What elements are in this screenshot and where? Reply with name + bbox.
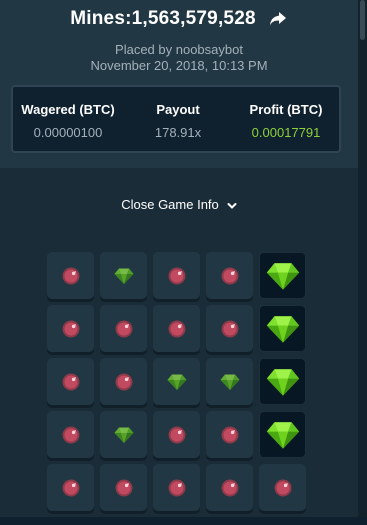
share-icon[interactable] [268,9,288,29]
scrollbar[interactable] [358,0,367,525]
mine-icon [168,479,185,496]
mine-tile [100,305,147,352]
gem-icon [266,368,299,396]
mine-icon [62,426,79,443]
bottom-strip [0,517,367,525]
gem-tile-revealed [259,305,306,352]
mine-icon [115,373,132,390]
mine-tile [206,305,253,352]
profit-value: 0.00017791 [251,125,321,140]
mine-tile [100,464,147,511]
mine-icon [62,479,79,496]
mine-icon [168,426,185,443]
mine-tile [153,464,200,511]
mine-icon [274,479,291,496]
mine-tile [153,305,200,352]
bet-header: Mines:1,563,579,528 Placed by noobsaybot… [0,0,358,168]
mine-tile [47,464,94,511]
mine-tile [153,252,200,299]
wagered-label: Wagered (BTC) [21,102,115,117]
mine-tile [47,305,94,352]
gem-icon [266,315,299,343]
mine-tile [206,252,253,299]
mines-board [47,252,306,511]
game-info-modal: Mines:1,563,579,528 Placed by noobsaybot… [0,0,358,525]
mine-icon [115,320,132,337]
gem-tile [153,358,200,405]
mine-icon [62,267,79,284]
gem-tile [206,358,253,405]
gem-icon [114,427,133,443]
bet-stats-panel: Wagered (BTC) 0.00000100 Payout 178.91x … [11,85,341,153]
gem-icon [114,268,133,284]
gem-icon [266,262,299,290]
profit-label: Profit (BTC) [249,102,323,117]
mine-icon [221,320,238,337]
close-game-info-button[interactable]: Close Game Info [0,194,358,214]
mine-tile [100,358,147,405]
mine-icon [168,320,185,337]
placed-by: Placed by noobsaybot [115,42,243,57]
gem-tile [100,252,147,299]
mine-icon [221,267,238,284]
mine-tile [47,358,94,405]
mine-icon [221,479,238,496]
gem-tile-revealed [259,411,306,458]
mine-icon [115,479,132,496]
title-row: Mines:1,563,579,528 [0,7,358,31]
wagered-value: 0.00000100 [33,125,103,140]
gem-tile-revealed [259,252,306,299]
bet-date: November 20, 2018, 10:13 PM [90,58,268,73]
mine-icon [168,267,185,284]
gem-tile [100,411,147,458]
mine-tile [153,411,200,458]
mine-icon [62,373,79,390]
gem-tile-revealed [259,358,306,405]
mine-icon [221,426,238,443]
close-game-info-label: Close Game Info [121,196,219,212]
mine-tile [206,411,253,458]
gem-icon [220,374,239,390]
payout-stat: Payout 178.91x [123,87,233,151]
bet-title: Mines:1,563,579,528 [70,8,256,29]
mine-icon [62,320,79,337]
profit-stat: Profit (BTC) 0.00017791 [233,87,339,151]
mine-tile [47,252,94,299]
wagered-stat: Wagered (BTC) 0.00000100 [13,87,123,151]
gem-icon [266,421,299,449]
scrollbar-thumb[interactable] [360,0,365,40]
chevron-down-icon [227,199,237,209]
payout-label: Payout [156,102,200,117]
mine-tile [259,464,306,511]
gem-icon [167,374,186,390]
mine-tile [47,411,94,458]
mine-tile [206,464,253,511]
payout-value: 178.91x [154,125,202,140]
